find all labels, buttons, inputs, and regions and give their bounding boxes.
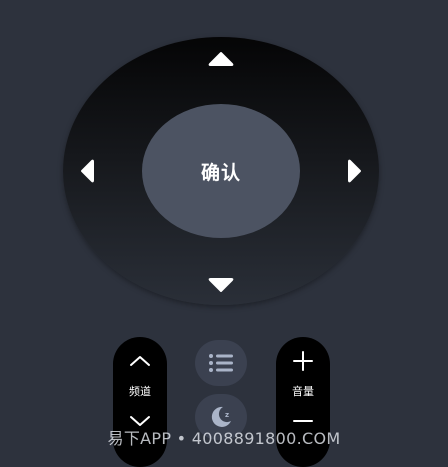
- channel-label: 频道: [129, 385, 151, 398]
- volume-up-button[interactable]: [276, 341, 330, 381]
- dpad-down-button[interactable]: [199, 263, 243, 307]
- chevron-up-icon: [130, 356, 150, 366]
- triangle-up-icon: [208, 52, 234, 66]
- volume-label: 音量: [292, 385, 314, 398]
- triangle-right-icon: [348, 159, 361, 183]
- dpad-up-button[interactable]: [199, 37, 243, 81]
- triangle-down-icon: [208, 278, 234, 292]
- triangle-left-icon: [81, 159, 94, 183]
- plus-icon: [293, 351, 313, 371]
- dpad-right-button[interactable]: [333, 149, 377, 193]
- direction-pad: 确认: [63, 37, 379, 305]
- ok-button-label: 确认: [200, 161, 241, 184]
- menu-button[interactable]: [195, 340, 247, 386]
- channel-up-button[interactable]: [113, 341, 167, 381]
- list-menu-icon: [209, 354, 233, 372]
- ok-button[interactable]: 确认: [142, 104, 300, 238]
- dpad-left-button[interactable]: [65, 149, 109, 193]
- watermark: 易下APP • 4008891800.COM: [107, 429, 341, 448]
- svg-text:z: z: [225, 411, 229, 419]
